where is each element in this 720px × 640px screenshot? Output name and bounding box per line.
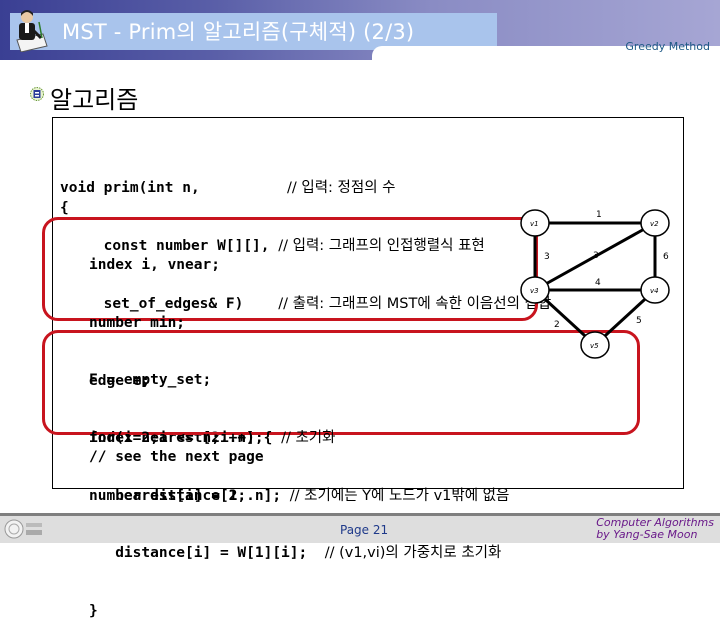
graph-edge-weight: 1 <box>596 210 602 220</box>
emblem-bullet-icon <box>30 87 44 101</box>
graph-node-label: v2 <box>650 220 659 228</box>
code-line: distance[i] = W[1][i]; // (v1,vi)의 가중치로 … <box>89 545 502 562</box>
graph-node-label: v1 <box>530 220 539 228</box>
graph-node-label: v3 <box>530 287 539 295</box>
code-open-brace: { <box>60 200 69 216</box>
code-line: nearest[i] = 1; // 초기에는 Y에 노드가 v1밖에 없음 <box>89 487 510 504</box>
example-graph: 1 3 3 6 4 2 5 v1 v2 v3 v4 v5 <box>520 209 670 359</box>
footer: Page 21 Computer Algorithms by Yang-Sae … <box>0 513 720 543</box>
person-writing-icon <box>16 10 48 52</box>
graph-edge-weight: 5 <box>636 316 642 326</box>
code-continuation: // see the next page <box>89 449 264 465</box>
footer-credit: Computer Algorithms by Yang-Sae Moon <box>596 517 714 541</box>
code-initialization: F = empty_set; for(i=2;i <= n;i++) { // … <box>89 333 509 640</box>
graph-edge-weight: 4 <box>595 278 601 288</box>
graph-edge-weight: 3 <box>544 252 550 262</box>
slide-title: MST - Prim의 알고리즘(구체적) (2/3) <box>62 20 415 44</box>
section-heading: 알고리즘 <box>50 86 139 114</box>
credit-author: by Yang-Sae Moon <box>596 528 698 541</box>
university-logo-icon <box>4 519 42 539</box>
page-number: Page 21 <box>340 523 389 537</box>
graph-node-label: v5 <box>590 342 599 350</box>
graph-edge-weight: 6 <box>663 252 669 262</box>
graph-edge-weight: 2 <box>554 320 560 330</box>
graph-node-label: v4 <box>650 287 659 295</box>
code-line: F = empty_set; <box>89 372 212 389</box>
section-tag: Greedy Method <box>625 40 710 53</box>
code-line: } <box>89 602 98 619</box>
code-line: void prim(int n, // 입력: 정점의 수 <box>60 180 396 197</box>
code-line: for(i=2;i <= n;i++) { // 초기화 <box>89 430 336 447</box>
code-line: index i, vnear; <box>89 257 220 274</box>
graph-edge-weight: 3 <box>593 251 599 261</box>
